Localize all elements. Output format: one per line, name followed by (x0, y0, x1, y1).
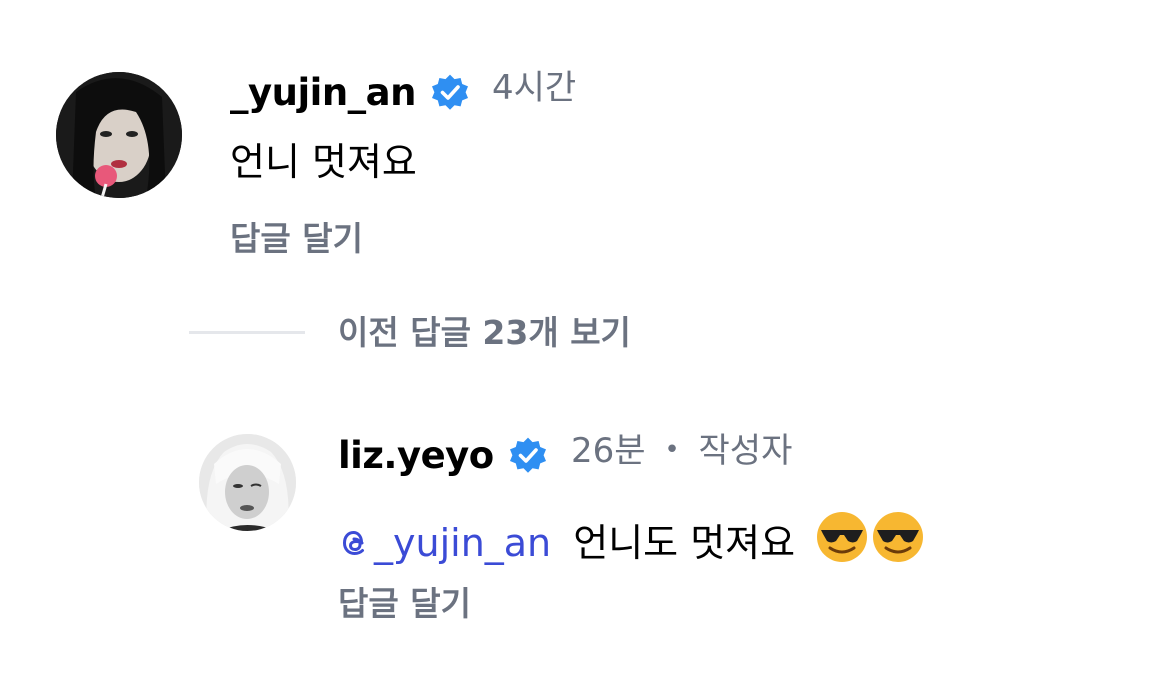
reply-username[interactable]: liz.yeyo (338, 437, 494, 474)
meta-separator: • (664, 435, 680, 465)
author-badge: 작성자 (698, 431, 793, 471)
reply-button[interactable]: 답글 달기 (338, 587, 471, 620)
mention-username: _yujin_an (374, 521, 552, 565)
verified-badge-icon (432, 74, 468, 110)
comment-text: 언니 멋져요 (230, 140, 417, 184)
comment-time: 4시간 (492, 68, 577, 108)
reply-text: 언니도 멋져요 (573, 521, 796, 565)
avatar-liz[interactable] (199, 434, 296, 531)
avatar-yujin[interactable] (56, 72, 182, 198)
view-previous-replies-button[interactable]: 이전 답글 23개 보기 (338, 316, 631, 349)
threads-at-icon (342, 530, 364, 556)
reply-button[interactable]: 답글 달기 (230, 222, 363, 255)
avatar-liz-image (199, 434, 296, 531)
mention-link[interactable]: _yujin_an (338, 521, 563, 565)
sunglasses-emoji-icon (817, 512, 868, 562)
thread-divider (189, 331, 305, 334)
emoji-group (815, 512, 925, 565)
reply-meta: 26분 • 작성자 (571, 434, 792, 468)
reply-text-row: _yujin_an 언니도 멋져요 (338, 510, 925, 564)
sunglasses-emoji-icon (873, 512, 924, 562)
reply-time: 26분 (571, 431, 646, 471)
verified-badge-icon (510, 437, 546, 473)
avatar-yujin-image (56, 72, 182, 198)
comment-username[interactable]: _yujin_an (230, 74, 416, 111)
